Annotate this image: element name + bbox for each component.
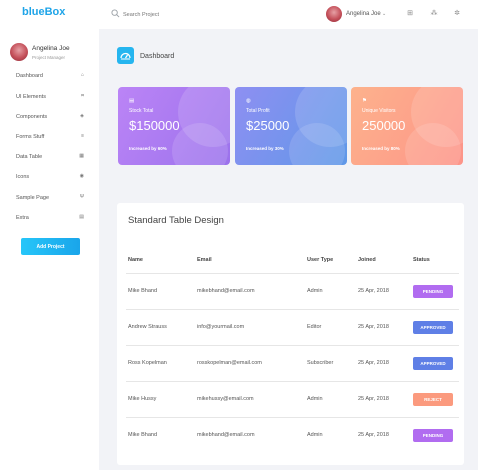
divider — [126, 381, 459, 382]
status-badge: APPROVED — [413, 357, 453, 370]
sidebar-item-sample-page[interactable]: Sample Page Ψ — [16, 194, 88, 204]
cell-email: rosskopelman@email.com — [197, 360, 262, 366]
home-icon: ⌂ — [80, 72, 84, 78]
cell-email: info@yourmail.com — [197, 324, 245, 330]
stat-card-total-profit: ◍ Total Profit $25000 Increased by 30% — [235, 87, 347, 165]
cell-joined: 25 Apr, 2018 — [358, 288, 389, 294]
bag-icon: ◍ — [246, 98, 251, 104]
cell-name: Andrew Strauss — [128, 324, 167, 330]
sidebar-item-label: Data Table — [16, 154, 43, 160]
column-header-email: Email — [197, 257, 212, 263]
sidebar-item-label: Forms Stuff — [16, 134, 45, 140]
divider — [126, 309, 459, 310]
cell-name: Mike Hussy — [128, 396, 157, 402]
flag-icon: ⚑ — [362, 98, 367, 104]
stat-label: Unique Visitors — [362, 108, 396, 114]
sidebar-item-ui-elements[interactable]: UI Elements ⌗ — [16, 93, 88, 103]
grid-icon: ⌗ — [81, 93, 84, 99]
user-name[interactable]: Angelina Joe — [346, 11, 381, 17]
sidebar-item-label: UI Elements — [16, 94, 46, 100]
page-title: Dashboard — [140, 53, 175, 60]
sidebar-item-icons[interactable]: Icons ◉ — [16, 173, 88, 183]
stat-value: $25000 — [246, 118, 290, 133]
sidebar-item-label: Sample Page — [16, 195, 50, 201]
divider — [126, 417, 459, 418]
cell-email: mikebhand@email.com — [197, 288, 255, 294]
stat-card-unique-visitors: ⚑ Unique Visitors 250000 Increased by 80… — [351, 87, 463, 165]
status-badge: REJECT — [413, 393, 453, 406]
cell-user-type: Admin — [307, 432, 323, 438]
speedometer-icon — [117, 47, 134, 64]
brand-logo[interactable]: blueBox — [22, 6, 65, 18]
cell-user-type: Admin — [307, 288, 323, 294]
cell-user-type: Subscriber — [307, 360, 334, 366]
cell-name: Mike Bhand — [128, 432, 158, 438]
sidebar-item-components[interactable]: Components ◈ — [16, 113, 88, 123]
table-icon: ▦ — [79, 153, 84, 159]
sidebar-item-forms-stuff[interactable]: Forms Stuff ≡ — [16, 133, 88, 143]
sidebar-item-label: Icons — [16, 174, 30, 180]
sidebar-item-label: Extra — [16, 215, 29, 221]
user-avatar[interactable] — [326, 6, 342, 22]
column-header-joined: Joined — [358, 257, 376, 263]
sidebar-item-label: Dashboard — [16, 73, 43, 79]
column-header-user-type: User Type — [307, 257, 334, 263]
cell-name: Mike Bhand — [128, 288, 158, 294]
cell-joined: 25 Apr, 2018 — [358, 396, 389, 402]
stat-increase: Increased by 30% — [246, 146, 284, 151]
status-badge: APPROVED — [413, 321, 453, 334]
cell-user-type: Admin — [307, 396, 323, 402]
sidebar: Angelina Joe Project Manager Dashboard ⌂… — [0, 29, 99, 470]
stat-label: Total Profit — [246, 108, 270, 114]
grid-icon[interactable]: ⊞ — [405, 9, 415, 19]
divider — [126, 273, 459, 274]
eye-icon: ◉ — [79, 173, 84, 179]
status-badge: PENDING — [413, 285, 453, 298]
cell-joined: 25 Apr, 2018 — [358, 432, 389, 438]
settings-icon[interactable]: ✲ — [452, 9, 462, 19]
profile-role: Project Manager — [32, 55, 66, 60]
column-header-status: Status — [413, 257, 430, 263]
puzzle-icon: ◈ — [80, 113, 84, 119]
cell-user-type: Editor — [307, 324, 322, 330]
cell-joined: 25 Apr, 2018 — [358, 360, 389, 366]
table-card: Standard Table Design Name Email User Ty… — [117, 203, 464, 465]
divider — [126, 345, 459, 346]
sidebar-item-extra[interactable]: Extra ▤ — [16, 214, 88, 224]
stat-card-stock-total: ▤ Stock Total $150000 Increased by 60% — [118, 87, 230, 165]
notification-icon[interactable]: ⁂ — [429, 9, 439, 19]
cell-joined: 25 Apr, 2018 — [358, 324, 389, 330]
cell-email: mikehussy@email.com — [197, 396, 254, 402]
link-icon: Ψ — [79, 194, 84, 200]
cell-email: mikebhand@email.com — [197, 432, 255, 438]
status-badge: PENDING — [413, 429, 453, 442]
profile-name: Angelina Joe — [32, 45, 70, 52]
sidebar-item-dashboard[interactable]: Dashboard ⌂ — [16, 72, 88, 82]
cell-name: Ross Kopelman — [128, 360, 167, 366]
stat-value: $150000 — [129, 118, 180, 133]
search-input[interactable] — [123, 9, 273, 21]
chart-icon: ▤ — [129, 98, 135, 104]
table-title: Standard Table Design — [128, 215, 224, 226]
stat-value: 250000 — [362, 118, 406, 133]
stat-increase: Increased by 80% — [362, 146, 400, 151]
chevron-down-icon[interactable]: ⌄ — [382, 11, 386, 17]
sidebar-item-label: Components — [16, 114, 48, 120]
top-bar: blueBox Angelina Joe ⌄ ⊞ ⁂ ✲ — [0, 0, 478, 29]
stat-increase: Increased by 60% — [129, 146, 167, 151]
search-icon — [111, 9, 120, 18]
profile-avatar — [10, 43, 28, 61]
column-header-name: Name — [128, 257, 143, 263]
sidebar-item-data-table[interactable]: Data Table ▦ — [16, 153, 88, 163]
list-icon: ≡ — [81, 133, 84, 139]
add-project-button[interactable]: Add Project — [21, 238, 80, 255]
file-icon: ▤ — [79, 214, 84, 220]
stat-label: Stock Total — [129, 108, 154, 114]
